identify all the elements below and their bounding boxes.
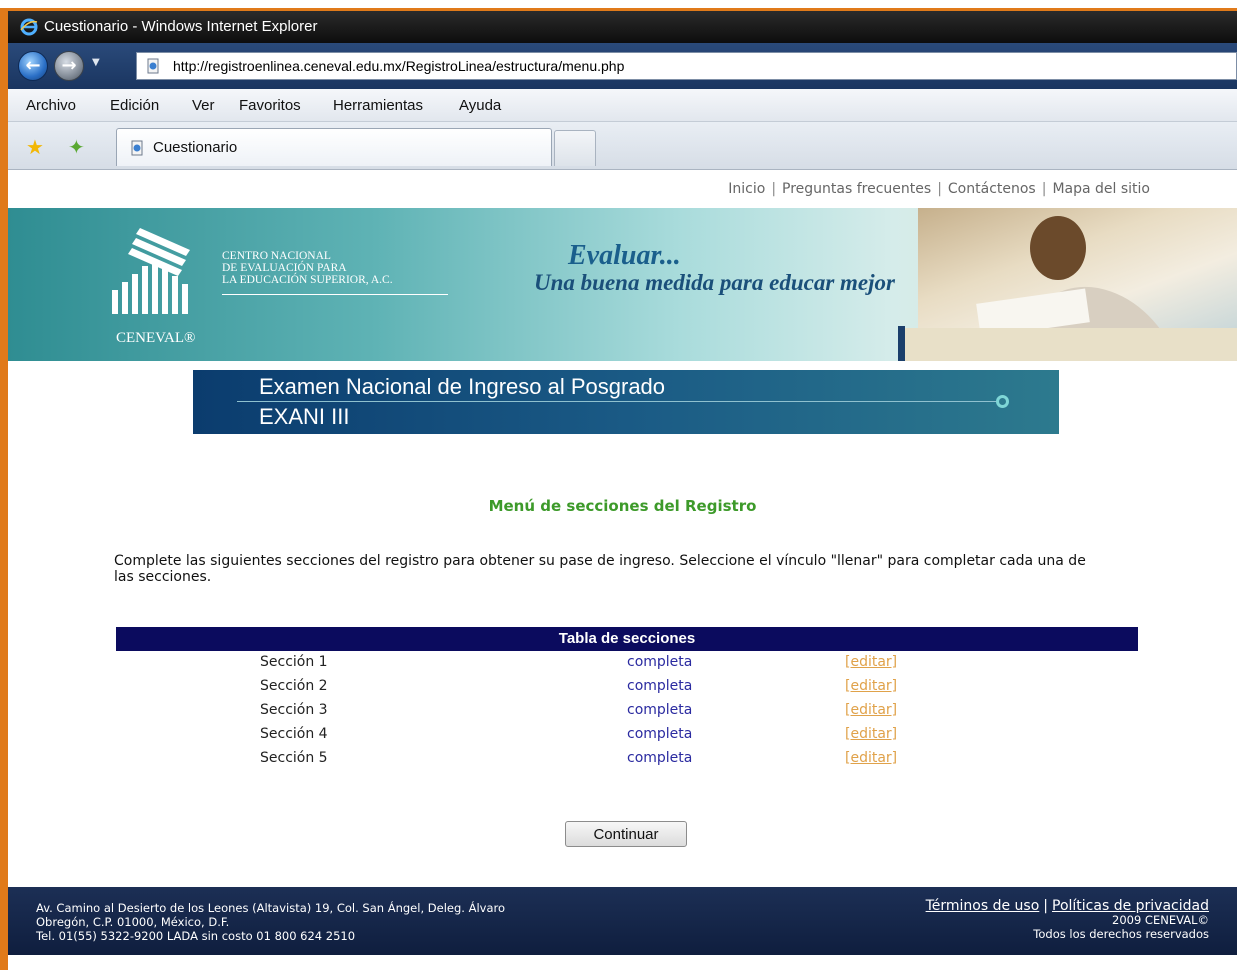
edit-link[interactable]: [editar]: [845, 654, 897, 670]
top-links: Inicio | Preguntas frecuentes | Contáctenos |…: [728, 181, 1150, 197]
ceneval-logo-text: CENEVAL®: [116, 330, 196, 346]
footer-links: Términos de uso | Políticas de privacidad: [926, 899, 1209, 913]
back-button[interactable]: ←: [18, 51, 48, 81]
link-separator: |: [1041, 181, 1047, 197]
section-status: completa: [627, 750, 693, 766]
back-arrow-icon: ←: [25, 55, 41, 76]
ie-logo-icon: [20, 18, 38, 36]
org-name-line-2: DE EVALUACIÓN PARA: [222, 262, 347, 274]
link-separator: |: [1043, 898, 1049, 914]
banner-accent-bar: [898, 326, 905, 361]
tab-bar: ★ ✦ Cuestionario: [8, 122, 1237, 170]
page-content: Inicio | Preguntas frecuentes | Contáctenos |…: [8, 171, 1237, 970]
organization-name: CENTRO NACIONAL DE EVALUACIÓN PARA LA ED…: [222, 250, 452, 286]
window-title: Cuestionario - Windows Internet Explorer: [44, 18, 318, 35]
new-tab-button[interactable]: [554, 130, 596, 166]
rights-text: Todos los derechos reservados: [1033, 927, 1209, 941]
ceneval-logo-icon: [112, 228, 190, 314]
table-header: Tabla de secciones: [116, 627, 1138, 651]
link-separator: |: [937, 181, 942, 197]
menu-herramientas[interactable]: Herramientas: [333, 89, 423, 122]
exam-title: Examen Nacional de Ingreso al Posgrado: [259, 374, 666, 399]
table-row: Sección 2 completa [editar]: [116, 675, 1138, 699]
instructions-text: Complete las siguientes secciones del re…: [114, 553, 1086, 585]
tab-cuestionario[interactable]: Cuestionario: [116, 128, 552, 166]
edit-link[interactable]: [editar]: [845, 702, 897, 718]
section-name: Sección 4: [260, 726, 328, 742]
link-inicio[interactable]: Inicio: [728, 181, 765, 197]
banner-shade: [903, 328, 1237, 361]
exam-code: EXANI III: [259, 404, 350, 429]
section-name: Sección 2: [260, 678, 328, 694]
copyright-text: 2009 CENEVAL©: [1112, 913, 1209, 927]
slogan-subtitle: Una buena medida para educar mejor: [534, 270, 895, 295]
ceneval-banner: CENEVAL® CENTRO NACIONAL DE EVALUACIÓN P…: [8, 208, 1237, 361]
exam-divider: [237, 401, 1007, 402]
address-line-3: Tel. 01(55) 5322-9200 LADA sin costo 01 …: [36, 929, 356, 943]
exam-dot-icon: [996, 395, 1009, 408]
footer-address: Av. Camino al Desierto de los Leones (Al…: [36, 901, 505, 943]
section-status: completa: [627, 654, 693, 670]
add-favorite-icon[interactable]: ✦: [68, 135, 85, 159]
address-line-2: Obregón, C.P. 01000, México, D.F.: [36, 915, 230, 929]
forward-arrow-icon: →: [61, 55, 77, 76]
url-input[interactable]: http://registroenlinea.ceneval.edu.mx/Re…: [136, 52, 1237, 80]
menu-archivo[interactable]: Archivo: [26, 89, 76, 122]
favorites-star-icon[interactable]: ★: [26, 135, 44, 159]
exam-title-bar: Examen Nacional de Ingreso al Posgrado E…: [193, 370, 1059, 434]
menu-ver[interactable]: Ver: [192, 89, 215, 122]
page-icon: [131, 140, 143, 156]
edit-link[interactable]: [editar]: [845, 678, 897, 694]
footer-right: Términos de uso | Políticas de privacidad …: [926, 899, 1209, 941]
address-line-1: Av. Camino al Desierto de los Leones (Al…: [36, 901, 506, 915]
section-status: completa: [627, 702, 693, 718]
table-row: Sección 5 completa [editar]: [116, 747, 1138, 771]
page-title: Menú de secciones del Registro: [488, 497, 757, 515]
tab-label: Cuestionario: [153, 139, 238, 156]
address-bar-row: ← → ▼ http://registroenlinea.ceneval.edu…: [8, 43, 1237, 89]
history-dropdown-icon[interactable]: ▼: [92, 57, 100, 68]
page-footer: Av. Camino al Desierto de los Leones (Al…: [8, 887, 1237, 955]
menu-ayuda[interactable]: Ayuda: [459, 89, 501, 122]
menu-bar: Archivo Edición Ver Favoritos Herramient…: [8, 89, 1237, 122]
page-icon: [147, 58, 159, 74]
section-status: completa: [627, 678, 693, 694]
section-name: Sección 1: [260, 654, 328, 670]
section-name: Sección 3: [260, 702, 328, 718]
table-row: Sección 3 completa [editar]: [116, 699, 1138, 723]
link-preguntas-frecuentes[interactable]: Preguntas frecuentes: [782, 181, 931, 197]
divider: [222, 294, 448, 295]
forward-button[interactable]: →: [54, 51, 84, 81]
table-row: Sección 4 completa [editar]: [116, 723, 1138, 747]
edit-link[interactable]: [editar]: [845, 750, 897, 766]
url-text: http://registroenlinea.ceneval.edu.mx/Re…: [173, 58, 625, 74]
table-row: Sección 1 completa [editar]: [116, 651, 1138, 675]
menu-favoritos[interactable]: Favoritos: [239, 89, 301, 122]
window-titlebar: Cuestionario - Windows Internet Explorer: [8, 11, 1237, 43]
link-mapa-del-sitio[interactable]: Mapa del sitio: [1052, 181, 1150, 197]
link-contactenos[interactable]: Contáctenos: [948, 181, 1036, 197]
slogan-evaluar: Evaluar...: [568, 240, 681, 271]
continue-button[interactable]: Continuar: [565, 821, 687, 847]
link-separator: |: [771, 181, 777, 197]
edit-link[interactable]: [editar]: [845, 726, 897, 742]
org-name-line-3: LA EDUCACIÓN SUPERIOR, A.C.: [222, 274, 393, 286]
org-name-line-1: CENTRO NACIONAL: [222, 250, 331, 262]
terms-link[interactable]: Términos de uso: [926, 898, 1040, 914]
privacy-link[interactable]: Políticas de privacidad: [1052, 898, 1209, 914]
sections-table: Tabla de secciones Sección 1 completa [e…: [116, 627, 1138, 771]
section-name: Sección 5: [260, 750, 328, 766]
section-status: completa: [627, 726, 693, 742]
menu-edicion[interactable]: Edición: [110, 89, 159, 122]
